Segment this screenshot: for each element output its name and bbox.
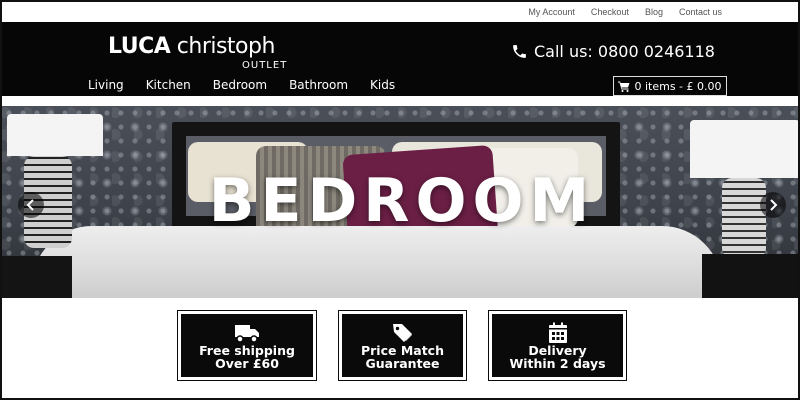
checkout-link[interactable]: Checkout (591, 7, 629, 17)
free-shipping-box[interactable]: Free shipping Over £60 (177, 310, 317, 381)
phone-icon (513, 45, 526, 58)
bedside-table (2, 256, 72, 298)
call-us[interactable]: Call us: 0800 0246118 (511, 42, 715, 61)
contact-us-link[interactable]: Contact us (679, 7, 722, 17)
price-match-box[interactable]: Price Match Guarantee (338, 310, 467, 381)
tags-icon (392, 324, 412, 342)
chevron-left-icon (26, 199, 34, 211)
bed (32, 226, 722, 298)
nav-bathroom[interactable]: Bathroom (289, 78, 348, 92)
calendar-icon (548, 322, 567, 343)
nav-bedroom[interactable]: Bedroom (213, 78, 267, 92)
cart-summary: 0 items - £ 0.00 (634, 79, 722, 93)
cart-button[interactable]: 0 items - £ 0.00 (613, 76, 727, 96)
main-nav: Living Kitchen Bedroom Bathroom Kids (88, 78, 395, 92)
cart-icon (618, 81, 630, 92)
nav-kids[interactable]: Kids (370, 78, 395, 92)
lamp-shade (7, 114, 103, 156)
feature-boxes: Free shipping Over £60 Price Match Guara… (2, 310, 798, 381)
top-utility-bar: My Account Checkout Blog Contact us (2, 2, 798, 22)
logo[interactable]: LUCA christoph (108, 34, 275, 59)
feature-line2: Guarantee (365, 356, 440, 371)
nav-living[interactable]: Living (88, 78, 124, 92)
feature-line2: Within 2 days (509, 356, 606, 371)
my-account-link[interactable]: My Account (528, 7, 575, 17)
hero-title: BEDROOM (208, 166, 596, 236)
truck-icon (235, 325, 259, 343)
logo-brand: LUCA (108, 34, 171, 59)
hero-banner[interactable]: BEDROOM (2, 106, 798, 298)
chevron-right-icon (770, 199, 778, 211)
site-header: LUCA christoph OUTLET Call us: 0800 0246… (2, 22, 798, 96)
nav-kitchen[interactable]: Kitchen (146, 78, 191, 92)
blog-link[interactable]: Blog (645, 7, 663, 17)
page-frame: My Account Checkout Blog Contact us LUCA… (0, 0, 800, 400)
top-links: My Account Checkout Blog Contact us (528, 7, 722, 17)
logo-subtitle: OUTLET (242, 60, 288, 71)
delivery-box[interactable]: Delivery Within 2 days (488, 310, 627, 381)
slider-prev-button[interactable] (18, 192, 44, 218)
bedside-table (702, 254, 798, 298)
logo-name: christoph (170, 34, 276, 59)
feature-line2: Over £60 (215, 356, 279, 371)
slider-next-button[interactable] (760, 192, 786, 218)
call-us-text: Call us: 0800 0246118 (534, 42, 715, 61)
